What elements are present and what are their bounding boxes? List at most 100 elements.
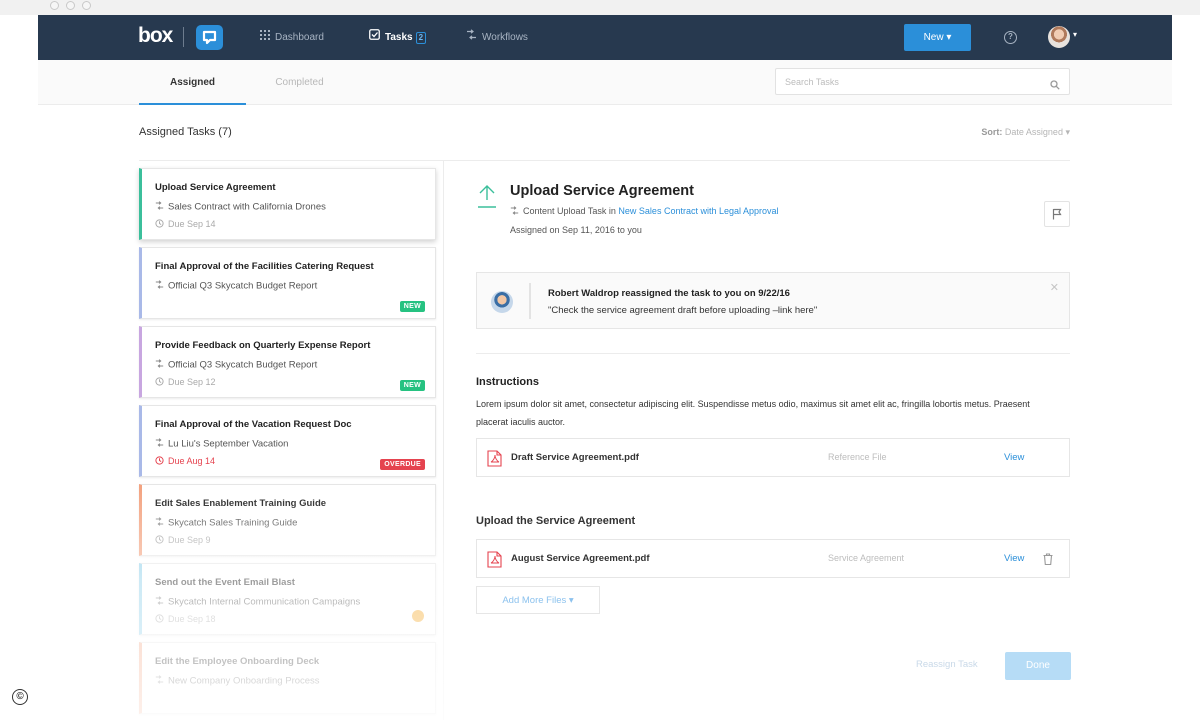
workflow-icon — [155, 201, 164, 213]
trash-icon[interactable] — [1043, 552, 1053, 570]
workflow-icon — [155, 359, 164, 371]
task-card[interactable]: Send out the Event Email Blast Skycatch … — [139, 563, 436, 635]
task-subtitle-text: Sales Contract with California Drones — [168, 201, 326, 213]
new-button[interactable]: New ▾ — [904, 24, 971, 51]
avatar-chevron-down-icon[interactable]: ▾ — [1073, 30, 1077, 39]
detail-assigned: Assigned on Sep 11, 2016 to you — [510, 225, 642, 235]
new-badge: NEW — [399, 380, 425, 391]
new-button-label: New — [923, 32, 944, 43]
search-icon[interactable] — [1050, 77, 1060, 95]
task-title: Upload Service Agreement — [155, 182, 276, 193]
checkbox-icon — [369, 15, 380, 60]
upload-arrow-icon — [476, 183, 498, 214]
new-badge: NEW — [399, 301, 425, 312]
flag-icon — [1052, 208, 1062, 220]
task-subtitle: Official Q3 Skycatch Budget Report — [155, 359, 317, 371]
reassign-note: Robert Waldrop reassigned the task to yo… — [476, 272, 1070, 329]
tasks-count-badge: 2 — [415, 31, 427, 44]
workflow-icon — [155, 675, 164, 687]
window-titlebar — [0, 0, 1200, 15]
workflow-link[interactable]: New Sales Contract with Legal Approval — [618, 206, 778, 216]
file-name[interactable]: August Service Agreement.pdf — [511, 553, 649, 564]
task-card[interactable]: Edit the Employee Onboarding Deck New Co… — [139, 642, 436, 714]
task-subtitle: New Company Onboarding Process — [155, 675, 320, 687]
task-title: Send out the Event Email Blast — [155, 577, 295, 588]
task-due: Due Sep 9 — [155, 535, 211, 546]
task-title: Final Approval of the Vacation Request D… — [155, 419, 352, 430]
sort-chevron-down-icon: ▾ — [1065, 127, 1070, 137]
help-icon[interactable]: ? — [1004, 31, 1017, 44]
file-type: Reference File — [828, 452, 887, 462]
tab-assigned[interactable]: Assigned — [139, 60, 246, 105]
close-icon[interactable]: ✕ — [1050, 281, 1059, 294]
detail-meta: Content Upload Task in New Sales Contrac… — [510, 206, 779, 217]
emoji-icon — [412, 610, 424, 622]
tabs-bar: Assigned Completed — [38, 60, 1172, 105]
nav-workflows[interactable]: Workflows — [466, 15, 528, 60]
nav-tasks-label: Tasks — [385, 32, 413, 44]
list-title: Assigned Tasks (7) — [139, 126, 232, 138]
section-divider — [476, 353, 1070, 354]
task-due: Due Sep 14 — [155, 219, 216, 230]
workflow-icon — [466, 15, 477, 60]
note-heading: Robert Waldrop reassigned the task to yo… — [548, 288, 790, 299]
search-input[interactable] — [776, 69, 1036, 94]
nav-tasks[interactable]: Tasks 2 — [369, 15, 427, 60]
user-avatar[interactable] — [1048, 26, 1070, 48]
task-subtitle: Skycatch Internal Communication Campaign… — [155, 596, 360, 608]
note-avatar — [491, 291, 513, 313]
task-card[interactable]: Edit Sales Enablement Training Guide Sky… — [139, 484, 436, 556]
task-due-text: Due Sep 14 — [168, 219, 216, 229]
task-card[interactable]: Upload Service Agreement Sales Contract … — [139, 168, 436, 240]
box-logo[interactable]: box — [138, 24, 173, 48]
task-due-text: Due Sep 12 — [168, 377, 216, 387]
flag-button[interactable] — [1044, 201, 1070, 227]
view-link[interactable]: View — [1004, 553, 1024, 564]
view-link[interactable]: View — [1004, 452, 1024, 463]
task-due-text: Due Sep 18 — [168, 614, 216, 624]
nav-dashboard-label: Dashboard — [275, 32, 324, 44]
search-box — [775, 68, 1070, 95]
clock-icon — [155, 377, 164, 388]
tab-completed[interactable]: Completed — [246, 60, 353, 105]
task-card[interactable]: Final Approval of the Facilities Caterin… — [139, 247, 436, 319]
nav-workflows-label: Workflows — [482, 32, 528, 44]
task-title: Edit Sales Enablement Training Guide — [155, 498, 327, 509]
task-subtitle: Sales Contract with California Drones — [155, 201, 326, 213]
sort-label: Sort: — [981, 127, 1003, 137]
task-subtitle-text: Official Q3 Skycatch Budget Report — [168, 359, 318, 371]
instructions-heading: Instructions — [476, 376, 539, 388]
window-close-button[interactable] — [50, 1, 59, 10]
add-more-files-button[interactable]: Add More Files ▾ — [476, 586, 600, 614]
task-card[interactable]: Provide Feedback on Quarterly Expense Re… — [139, 326, 436, 398]
top-nav: box Dashboard Tasks 2 Workflows New ▾ ? ▾ — [38, 15, 1172, 60]
window-minimize-button[interactable] — [66, 1, 75, 10]
task-card[interactable]: Final Approval of the Vacation Request D… — [139, 405, 436, 477]
task-due-text: Due Sep 9 — [168, 535, 211, 545]
tasks-app-logo[interactable] — [196, 25, 223, 50]
workflow-icon — [155, 517, 164, 529]
note-divider — [529, 283, 531, 319]
workflow-icon — [155, 596, 164, 608]
chevron-down-icon: ▾ — [568, 595, 574, 606]
app-window: box Dashboard Tasks 2 Workflows New ▾ ? ▾… — [38, 15, 1172, 720]
task-subtitle: Lu Liu's September Vacation — [155, 438, 288, 450]
task-detail-pane: Upload Service Agreement Content Upload … — [444, 161, 1172, 720]
task-due: Due Sep 12 — [155, 377, 216, 388]
reassign-task-button[interactable]: Reassign Task — [916, 659, 978, 670]
uploaded-file-row: August Service Agreement.pdf Service Agr… — [476, 539, 1070, 578]
file-name[interactable]: Draft Service Agreement.pdf — [511, 452, 639, 463]
task-subtitle: Official Q3 Skycatch Budget Report — [155, 280, 317, 292]
done-button[interactable]: Done — [1005, 652, 1071, 680]
copyright-icon: © — [12, 689, 28, 705]
task-due: Due Aug 14 — [155, 456, 215, 467]
task-due: Due Sep 18 — [155, 614, 216, 625]
grid-icon — [260, 15, 270, 60]
workflow-icon — [510, 206, 519, 217]
sort-dropdown[interactable]: Sort: Date Assigned ▾ — [908, 127, 1070, 138]
window-zoom-button[interactable] — [82, 1, 91, 10]
chevron-down-icon: ▾ — [946, 32, 952, 43]
nav-dashboard[interactable]: Dashboard — [260, 15, 324, 60]
task-title: Final Approval of the Facilities Caterin… — [155, 261, 374, 272]
note-text: "Check the service agreement draft befor… — [548, 305, 818, 316]
